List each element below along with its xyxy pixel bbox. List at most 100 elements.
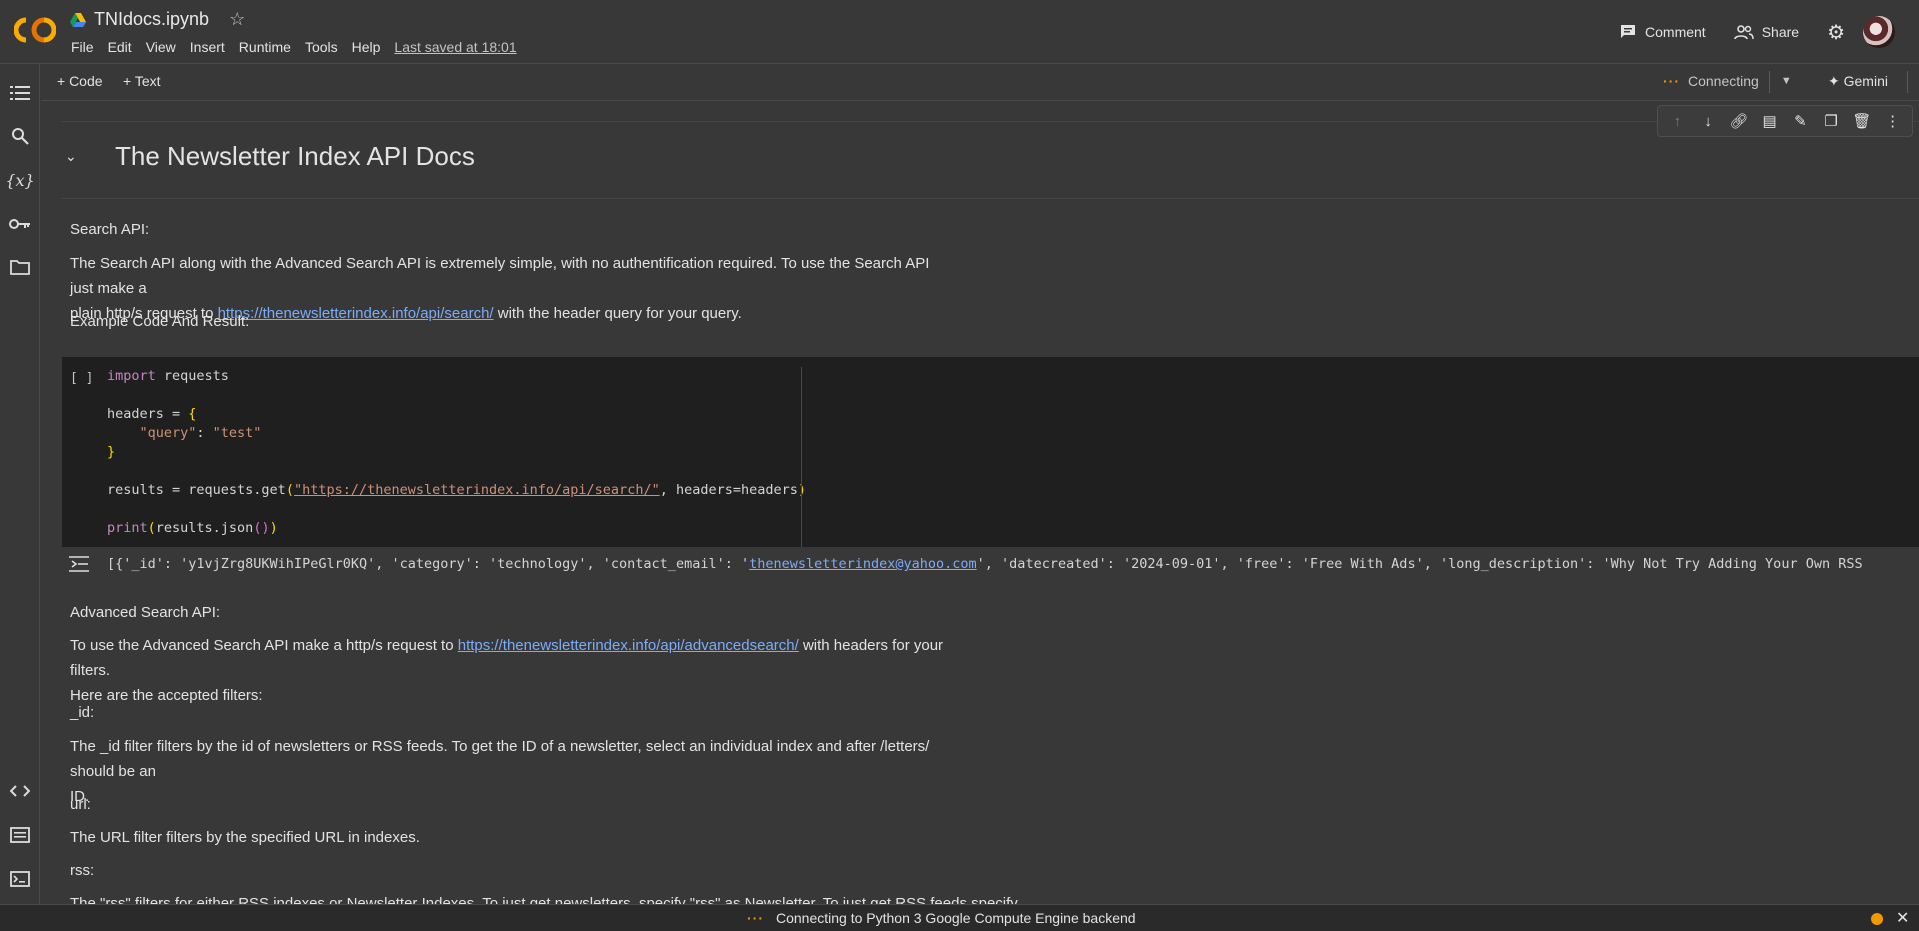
code-token: "test" [212,425,262,441]
menu-edit[interactable]: Edit [108,39,132,55]
code-token: "query" [107,425,197,441]
people-icon [1733,25,1754,40]
notebook-toolbar: + Code + Text ··· Connecting ▼ ✦ Gemini … [41,65,1919,101]
code-token: ( [285,482,294,498]
menu-insert[interactable]: Insert [190,39,225,55]
comment-cell-icon[interactable]: ▤ [1758,112,1782,130]
left-sidebar: {x} [0,64,40,904]
code-ruler [801,367,802,547]
google-drive-icon [70,12,86,27]
status-bar: ··· Connecting to Python 3 Google Comput… [0,904,1919,931]
output-actions-icon[interactable] [68,555,90,573]
add-code-button[interactable]: + Code [57,73,103,89]
code-token: print [107,520,148,536]
table-of-contents-icon[interactable] [8,81,32,105]
connection-status-label: Connecting [1688,73,1759,89]
code-token: () [253,520,270,536]
id-filter-label: _id: [70,704,95,721]
comment-button[interactable]: Comment [1619,23,1706,41]
menu-help[interactable]: Help [352,39,381,55]
output-segment: [{'_id': 'y1vjZrg8UKWihIPeGlr0KQ', 'cate… [107,556,750,572]
search-icon[interactable] [8,124,32,148]
id-desc-line1: The _id filter filters by the id of news… [70,738,930,780]
search-api-desc-tail: with the header query for your query. [493,305,742,322]
code-snippets-icon[interactable] [8,779,32,803]
status-indicator-dot[interactable] [1871,913,1883,925]
code-token: results = requests.get [107,482,286,498]
settings-gear-icon[interactable]: ⚙ [1827,20,1845,45]
status-text: Connecting to Python 3 Google Compute En… [776,910,1136,926]
top-bar: TNIdocs.ipynb ☆ File Edit View Insert Ru… [0,0,1919,64]
connecting-dots-icon: ··· [1663,73,1680,89]
cell-output: [{'_id': 'y1vjZrg8UKWihIPeGlr0KQ', 'cate… [62,547,1919,583]
menu-runtime[interactable]: Runtime [239,39,291,55]
menu-view[interactable]: View [146,39,176,55]
adv-desc-text: To use the Advanced Search API make a ht… [70,637,458,654]
notebook-title[interactable]: TNIdocs.ipynb [94,9,209,30]
code-token: , headers=headers [659,482,798,498]
collapse-section-icon[interactable]: ⌄ [65,148,77,165]
code-token: "https://thenewsletterindex.info/api/sea… [293,482,660,498]
move-up-icon[interactable]: ↑ [1665,113,1689,130]
adv-filters-text: Here are the accepted filters: [70,687,263,704]
toolbar-divider [1907,71,1908,93]
add-text-button[interactable]: + Text [123,73,161,89]
rss-filter-description: The "rss" filters for either RSS indexes… [70,895,1018,904]
last-saved-link[interactable]: Last saved at 18:01 [394,39,516,55]
edit-pencil-icon[interactable]: ✎ [1788,112,1812,130]
search-api-desc-line1: The Search API along with the Advanced S… [70,255,930,297]
terminal-icon[interactable] [8,867,32,891]
output-segment: ', 'datecreated': '2024-09-01', 'free': … [976,556,1863,572]
heading-cell[interactable]: ⌄ The Newsletter Index API Docs [61,121,1919,199]
example-label: Example Code And Result: [70,313,250,330]
cell-toolbar: ↑ ↓ 🔗︎ ▤ ✎ ❐ 🗑︎ ⋮ [1657,105,1913,137]
menu-bar: File Edit View Insert Runtime Tools Help… [71,39,531,55]
code-cell[interactable]: [ ] import requests headers = { "query":… [62,357,1919,547]
colab-logo[interactable] [14,14,56,46]
url-filter-description: The URL filter filters by the specified … [70,829,420,846]
code-editor[interactable]: import requests headers = { "query": "te… [107,367,806,538]
more-options-icon[interactable]: ⋮ [1881,112,1905,130]
code-token: : [196,425,213,441]
move-down-icon[interactable]: ↓ [1696,113,1720,130]
code-token: import [107,368,156,384]
search-api-link[interactable]: https://thenewsletterindex.info/api/sear… [218,305,494,322]
secrets-key-icon[interactable] [8,212,32,236]
notebook-content: ⌄ The Newsletter Index API Docs ↑ ↓ 🔗︎ ▤… [41,101,1919,904]
advanced-search-link[interactable]: https://thenewsletterindex.info/api/adva… [458,637,799,654]
runtime-connect-button[interactable]: ··· Connecting ▼ [1663,73,1792,89]
code-token: results.json [155,520,254,536]
close-icon[interactable]: ✕ [1896,908,1909,928]
run-cell-button[interactable]: [ ] [70,371,93,386]
delete-trash-icon[interactable]: 🗑︎ [1850,112,1874,130]
code-token: headers = [107,406,189,422]
files-folder-icon[interactable] [8,255,32,279]
status-message: ··· Connecting to Python 3 Google Comput… [747,910,1136,926]
output-email-link[interactable]: thenewsletterindex@yahoo.com [749,556,977,572]
code-token: { [188,406,197,422]
toolbar-divider [1769,71,1770,93]
link-icon[interactable]: 🔗︎ [1727,112,1751,130]
comment-label: Comment [1645,24,1706,40]
id-filter-description: The _id filter filters by the id of news… [70,734,970,809]
menu-tools[interactable]: Tools [305,39,338,55]
notebook-heading: The Newsletter Index API Docs [115,141,475,171]
comment-icon [1621,25,1636,38]
mirror-cell-icon[interactable]: ❐ [1819,112,1843,130]
menu-file[interactable]: File [71,39,94,55]
user-avatar[interactable] [1863,16,1895,48]
code-token: } [107,444,116,460]
share-label: Share [1761,24,1800,40]
gemini-button[interactable]: ✦ Gemini [1828,73,1888,90]
chevron-down-icon[interactable]: ▼ [1781,75,1792,87]
rss-filter-label: rss: [70,862,95,879]
url-filter-label: url: [70,796,91,813]
advanced-search-description: To use the Advanced Search API make a ht… [70,633,970,708]
search-api-label: Search API: [70,221,150,238]
command-palette-icon[interactable] [8,823,32,847]
advanced-search-label: Advanced Search API: [70,604,221,621]
star-icon[interactable]: ☆ [229,9,245,30]
variables-icon[interactable]: {x} [5,168,34,192]
connecting-dots-icon: ··· [747,910,764,926]
share-button[interactable]: Share [1733,24,1800,40]
